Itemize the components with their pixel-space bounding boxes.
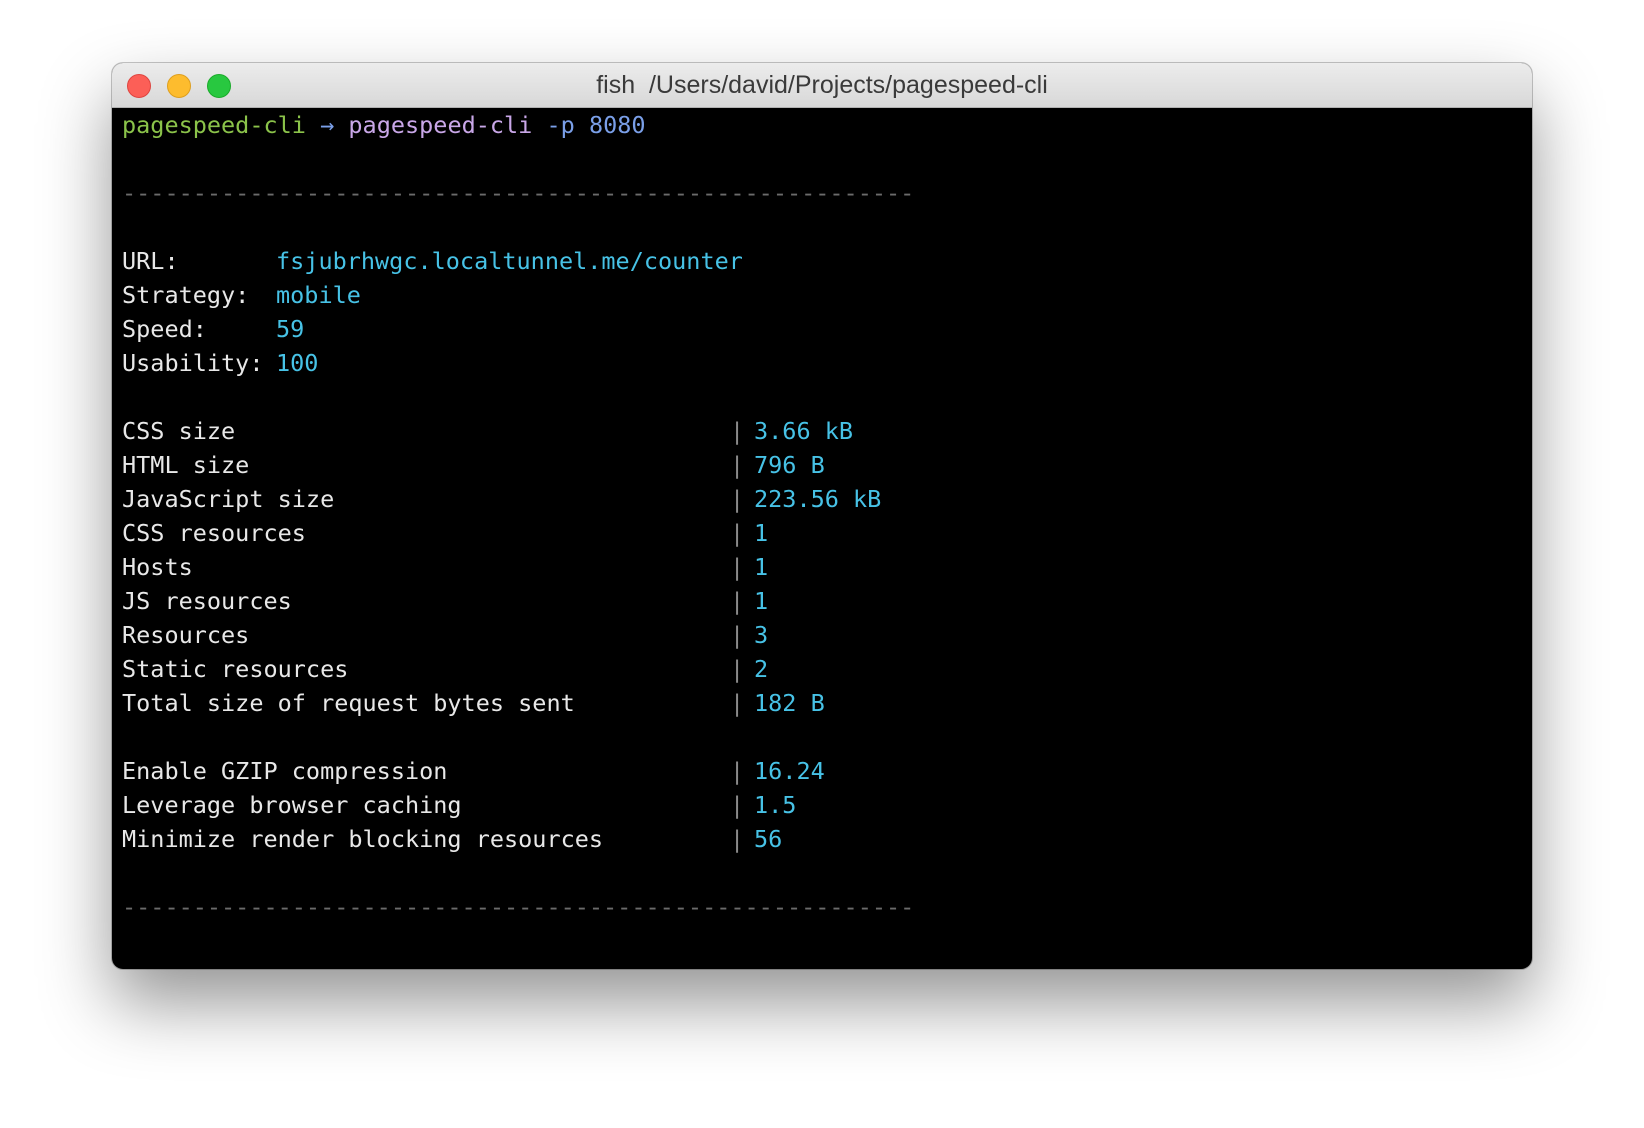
stat-row: JavaScript size | 223.56 kB: [122, 482, 1532, 516]
summary-value: 59: [276, 315, 305, 343]
stat-row: CSS size | 3.66 kB: [122, 414, 1532, 448]
column-separator: |: [730, 757, 745, 785]
summary-label: URL:: [122, 247, 179, 275]
rule-row-value: 16.24: [754, 757, 825, 785]
summary-label: Speed:: [122, 315, 207, 343]
column-separator: |: [730, 689, 745, 717]
stat-row-value: 1: [754, 519, 769, 547]
stat-row: Total size of request bytes sent | 182 B: [122, 686, 1532, 720]
column-separator: |: [730, 553, 745, 581]
column-separator: |: [730, 485, 745, 513]
prompt-cwd: pagespeed-cli: [122, 111, 306, 139]
summary-value: fsjubrhwgc.localtunnel.me/counter: [276, 247, 743, 275]
column-separator: |: [730, 791, 745, 819]
column-separator: |: [730, 417, 745, 445]
column-separator: |: [730, 655, 745, 683]
stats-block: CSS size | 3.66 kB HTML size | 796 B JavaScrip…: [122, 414, 1532, 720]
prompt-line: pagespeed-cli → pagespeed-cli -p 8080: [122, 108, 1532, 142]
terminal-window: fish /Users/david/Projects/pagespeed-cli…: [112, 63, 1532, 969]
stat-row-value: 3: [754, 621, 769, 649]
rule-row-value: 1.5: [754, 791, 797, 819]
stat-row-label: JS resources: [122, 587, 292, 615]
summary-row: URL: fsjubrhwgc.localtunnel.me/counter: [122, 244, 1532, 278]
summary-label: Strategy:: [122, 281, 250, 309]
column-separator: |: [730, 825, 745, 853]
stat-row: HTML size | 796 B: [122, 448, 1532, 482]
stat-row: CSS resources | 1: [122, 516, 1532, 550]
stat-row-label: Hosts: [122, 553, 193, 581]
rule-row: Minimize render blocking resources | 56: [122, 822, 1532, 856]
rule-row-value: 56: [754, 825, 783, 853]
stat-row-label: HTML size: [122, 451, 250, 479]
stat-row-label: JavaScript size: [122, 485, 335, 513]
command-flag: -p: [546, 111, 575, 139]
summary-value: 100: [276, 349, 319, 377]
stat-row-value: 223.56 kB: [754, 485, 882, 513]
stat-row-label: Resources: [122, 621, 250, 649]
column-separator: |: [730, 451, 745, 479]
terminal-output[interactable]: pagespeed-cli → pagespeed-cli -p 8080 --…: [122, 108, 1532, 969]
stat-row: JS resources | 1: [122, 584, 1532, 618]
stat-row-label: Total size of request bytes sent: [122, 689, 575, 717]
stat-row: Resources | 3: [122, 618, 1532, 652]
stat-row-value: 3.66 kB: [754, 417, 854, 445]
summary-label: Usability:: [122, 349, 264, 377]
rule-row: Leverage browser caching | 1.5: [122, 788, 1532, 822]
separator-rule-top: ----------------------------------------…: [122, 179, 915, 207]
summary-row: Usability: 100: [122, 346, 1532, 380]
summary-block: URL: fsjubrhwgc.localtunnel.me/counter Str…: [122, 244, 1532, 380]
summary-row: Strategy: mobile: [122, 278, 1532, 312]
column-separator: |: [730, 587, 745, 615]
stat-row-label: CSS size: [122, 417, 236, 445]
rule-row-label: Minimize render blocking resources: [122, 825, 604, 853]
command-name: pagespeed-cli: [348, 111, 533, 139]
rules-block: Enable GZIP compression | 16.24 Leverage br…: [122, 754, 1532, 856]
column-separator: |: [730, 519, 745, 547]
summary-value: mobile: [276, 281, 361, 309]
window-title: fish /Users/david/Projects/pagespeed-cli: [596, 71, 1048, 99]
prompt-arrow: →: [320, 111, 335, 139]
command-argument: 8080: [588, 111, 646, 139]
stat-row-value: 2: [754, 655, 769, 683]
stat-row-label: CSS resources: [122, 519, 306, 547]
stat-row-value: 182 B: [754, 689, 825, 717]
rule-row-label: Enable GZIP compression: [122, 757, 448, 785]
rule-row: Enable GZIP compression | 16.24: [122, 754, 1532, 788]
stat-row-value: 796 B: [754, 451, 825, 479]
title-bar[interactable]: fish /Users/david/Projects/pagespeed-cli: [112, 63, 1532, 108]
stat-row-value: 1: [754, 553, 769, 581]
stat-row: Hosts | 1: [122, 550, 1532, 584]
stat-row-value: 1: [754, 587, 769, 615]
column-separator: |: [730, 621, 745, 649]
rule-row-label: Leverage browser caching: [122, 791, 462, 819]
summary-row: Speed: 59: [122, 312, 1532, 346]
separator-rule-bottom: ----------------------------------------…: [122, 893, 915, 921]
stat-row-label: Static resources: [122, 655, 349, 683]
stat-row: Static resources | 2: [122, 652, 1532, 686]
